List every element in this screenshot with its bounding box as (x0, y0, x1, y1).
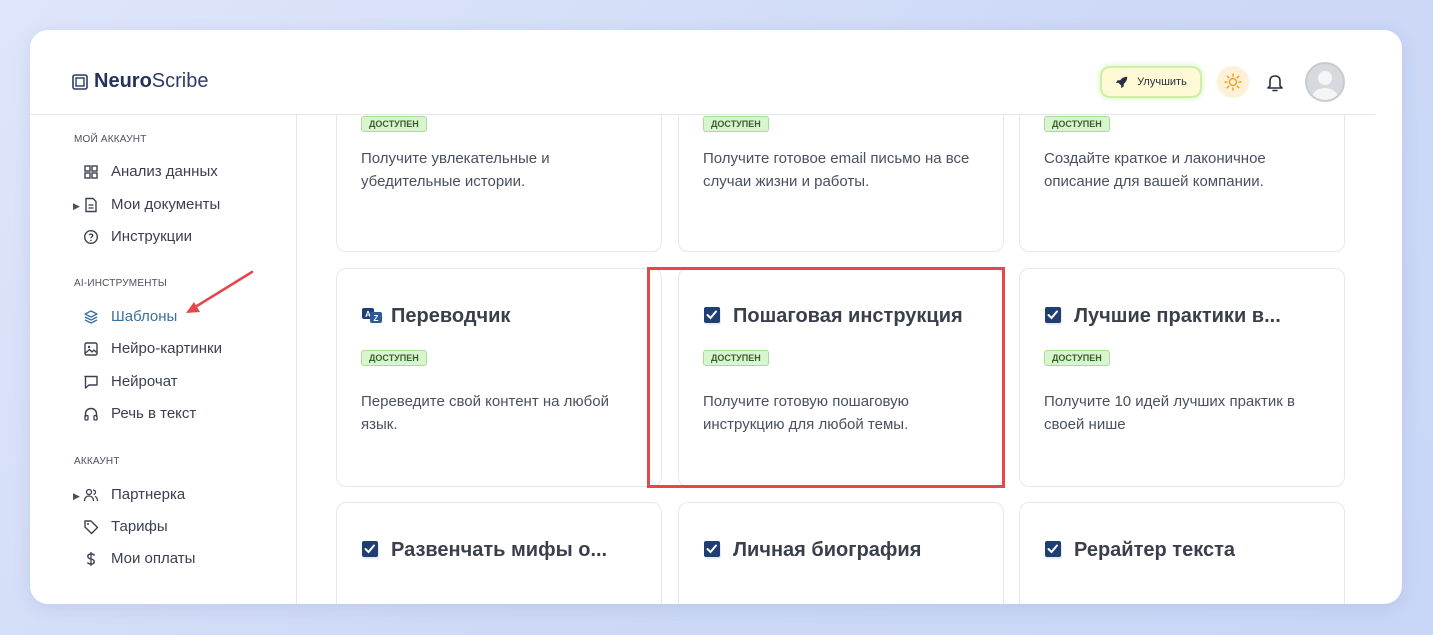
bell-icon[interactable] (1265, 72, 1285, 92)
checkbox-icon (362, 540, 379, 559)
status-badge: ДОСТУПЕН (361, 350, 427, 366)
sidebar-section-title: AI-ИНСТРУМЕНТЫ (74, 278, 167, 289)
translate-icon: A Z (362, 307, 382, 323)
chat-icon (84, 375, 98, 389)
highlight-frame (647, 267, 1005, 488)
template-card-myths[interactable]: Развенчать мифы о... (336, 502, 662, 604)
sidebar-section-title: МОЙ АККАУНТ (74, 134, 147, 145)
template-card-translator[interactable]: A Z Переводчик ДОСТУПЕН Переведите свой … (336, 268, 662, 487)
sidebar: МОЙ АККАУНТ Анализ данных ▶ Мои документ… (55, 115, 297, 604)
template-card[interactable]: ДОСТУПЕН Создайте краткое и лаконичное о… (1019, 115, 1345, 252)
svg-text:Z: Z (374, 314, 379, 323)
status-badge: ДОСТУПЕН (1044, 116, 1110, 132)
card-title: Лучшие практики в... (1044, 305, 1281, 328)
logo-light-text: Scribe (151, 70, 209, 92)
sidebar-item-neurochat[interactable]: Нейрочат (83, 373, 178, 390)
dollar-icon (86, 551, 96, 566)
template-card-rewriter[interactable]: Рерайтер текста (1019, 502, 1345, 604)
card-title-text: Лучшие практики в... (1074, 305, 1281, 327)
card-description: Переведите свой контент на любой язык. (361, 393, 609, 433)
sidebar-item-label: Нейро-картинки (111, 340, 222, 357)
caret-right-icon[interactable]: ▶ (73, 491, 80, 502)
sidebar-item-label: Анализ данных (111, 163, 218, 180)
sidebar-item-label: Нейрочат (111, 373, 178, 390)
template-card-best-practices[interactable]: Лучшие практики в... ДОСТУПЕН Получите 1… (1019, 268, 1345, 487)
annotation-arrow-icon (186, 270, 254, 313)
checkbox-icon (1045, 540, 1062, 559)
sidebar-item-my-payments[interactable]: Мои оплаты (83, 550, 195, 567)
checkbox-icon (704, 540, 721, 559)
card-description: Создайте краткое и лаконичное описание д… (1044, 150, 1266, 190)
card-title-text: Переводчик (391, 305, 511, 327)
status-badge: ДОСТУПЕН (361, 116, 427, 132)
sun-icon (1224, 73, 1242, 91)
document-icon (85, 197, 97, 212)
sidebar-item-instructions[interactable]: Инструкции (83, 228, 192, 245)
upgrade-label: Улучшить (1137, 76, 1187, 88)
logo-icon (72, 73, 88, 90)
sidebar-item-label: Речь в текст (111, 405, 197, 422)
logo-bold-text: Neuro (94, 70, 152, 92)
avatar[interactable] (1305, 62, 1345, 102)
card-description: Получите увлекательные и убедительные ис… (361, 150, 550, 190)
caret-right-icon[interactable]: ▶ (73, 201, 80, 212)
card-description: Получите готовое email письмо на все слу… (703, 150, 970, 190)
template-card[interactable]: ДОСТУПЕН Получите готовое email письмо н… (678, 115, 1004, 252)
card-title: Рерайтер текста (1044, 539, 1235, 562)
image-icon (84, 341, 98, 356)
sidebar-item-label: Инструкции (111, 228, 193, 245)
layers-icon (84, 309, 98, 324)
card-title-text: Развенчать мифы о... (391, 539, 608, 561)
rocket-icon (1116, 76, 1128, 89)
card-title: A Z Переводчик (361, 305, 510, 328)
users-icon (83, 488, 99, 501)
status-badge: ДОСТУПЕН (1044, 350, 1110, 366)
tag-icon (84, 519, 99, 534)
grid-icon (84, 164, 98, 179)
headphones-icon (84, 407, 98, 421)
sidebar-item-label: Мои документы (111, 196, 221, 213)
status-badge: ДОСТУПЕН (703, 116, 769, 132)
sidebar-item-label: Партнерка (111, 486, 186, 503)
card-title: Развенчать мифы о... (361, 539, 607, 562)
user-avatar-icon (1312, 71, 1338, 100)
card-title: Личная биография (703, 539, 921, 562)
template-card-biography[interactable]: Личная биография (678, 502, 1004, 604)
top-bar: NeuroScribe Улучшить (30, 30, 1375, 115)
sidebar-section-title: АККАУНТ (74, 456, 120, 467)
card-title-text: Личная биография (733, 539, 922, 561)
theme-toggle[interactable] (1217, 66, 1249, 98)
card-description: Получите 10 идей лучших практик в своей … (1044, 393, 1295, 433)
sidebar-item-data-analysis[interactable]: Анализ данных (83, 163, 218, 180)
checkbox-icon (1045, 306, 1062, 325)
sidebar-item-partners[interactable]: Партнерка (83, 486, 185, 503)
sidebar-item-label: Мои оплаты (111, 550, 196, 567)
sidebar-item-label: Шаблоны (111, 308, 178, 325)
sidebar-item-templates[interactable]: Шаблоны (83, 308, 177, 325)
sidebar-item-tariffs[interactable]: Тарифы (83, 518, 168, 535)
sidebar-item-my-documents[interactable]: Мои документы (83, 196, 220, 213)
upgrade-button[interactable]: Улучшить (1100, 66, 1202, 98)
help-circle-icon (83, 229, 99, 244)
template-card[interactable]: ДОСТУПЕН Получите увлекательные и убедит… (336, 115, 662, 252)
sidebar-item-label: Тарифы (111, 518, 168, 535)
logo[interactable]: NeuroScribe (72, 70, 209, 93)
sidebar-item-neuro-images[interactable]: Нейро-картинки (83, 340, 222, 357)
card-title-text: Рерайтер текста (1074, 539, 1235, 561)
sidebar-item-speech-to-text[interactable]: Речь в текст (83, 405, 196, 422)
